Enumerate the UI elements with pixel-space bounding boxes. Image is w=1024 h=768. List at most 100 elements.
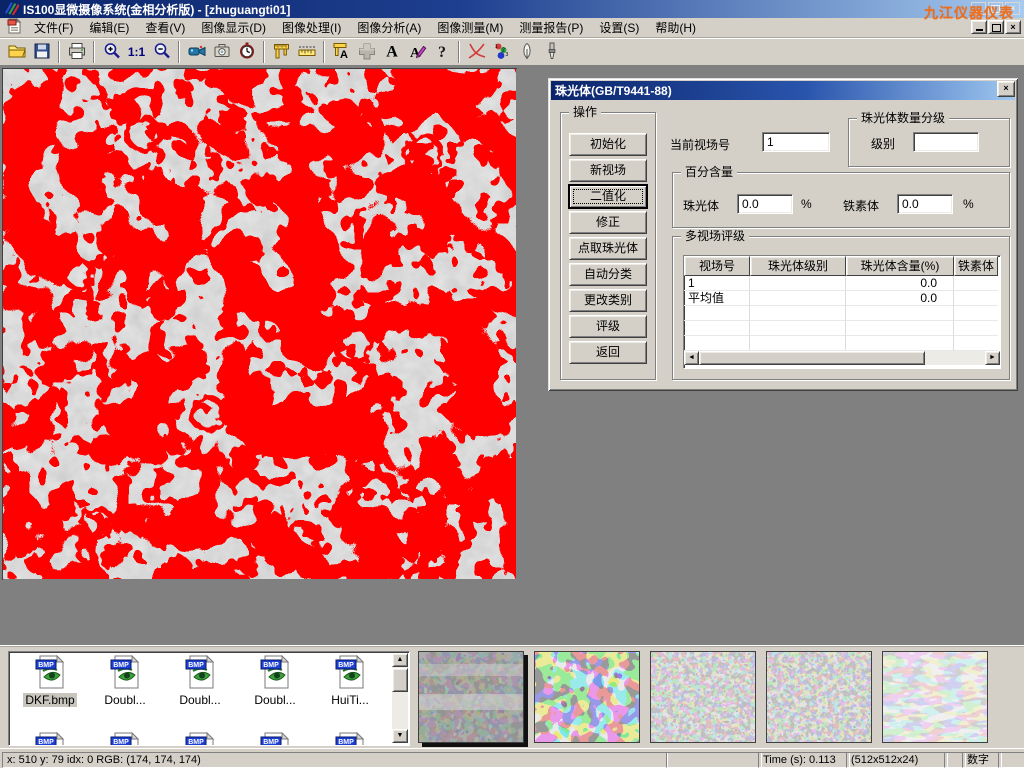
document-icon[interactable] [6,18,22,37]
return-button[interactable]: 返回 [569,341,647,364]
zoom-in-button[interactable] [99,40,124,64]
merge-button[interactable] [354,40,379,64]
file-item[interactable]: BMP Doubl... [163,655,237,707]
scroll-up-button[interactable]: ▲ [392,653,408,667]
caliper-text-icon: A [332,41,352,64]
mdi-close-button[interactable]: × [1005,20,1021,34]
grade-input[interactable] [913,132,979,152]
save-button[interactable] [29,40,54,64]
column-header-pearlite[interactable]: 珠光体含量(%) [846,256,954,276]
column-header-grade[interactable]: 珠光体级别 [750,256,846,276]
open-button[interactable] [4,40,29,64]
mdi-restore-button[interactable] [988,20,1004,34]
menu-measure-report[interactable]: 测量报告(P) [511,17,591,38]
menu-help[interactable]: 帮助(H) [647,17,704,38]
menu-file[interactable]: 文件(F) [26,17,81,38]
thumbnail-4[interactable] [766,651,872,743]
auto-classify-button[interactable]: 自动分类 [569,263,647,286]
scrollbar-track[interactable] [925,351,985,365]
menu-settings[interactable]: 设置(S) [591,17,647,38]
bmp-file-icon: BMP [334,655,366,689]
file-item[interactable]: BMP [88,732,162,746]
close-button[interactable]: × [1005,2,1020,15]
file-item[interactable]: BMP HuiTi... [313,655,387,707]
actual-size-button[interactable]: 1:1 [124,40,149,64]
new-field-button[interactable]: 新视场 [569,159,647,182]
brush-tool-button[interactable] [539,40,564,64]
ruler-button[interactable] [294,40,319,64]
current-field-input[interactable] [762,132,830,152]
dialog-close-button[interactable]: × [997,81,1015,97]
photo-capture-button[interactable] [209,40,234,64]
measure-text-button[interactable]: A [329,40,354,64]
file-item[interactable]: BMP [163,732,237,746]
thumbnail-5[interactable] [882,651,988,743]
browser-panel: BMP DKF.bmp BMP Doubl... BMP Doubl... BM… [0,645,1024,748]
file-item[interactable]: BMP [238,732,312,746]
menu-image-measure[interactable]: 图像测量(M) [429,17,511,38]
help-button[interactable]: ? [429,40,454,64]
toolbar-separator [263,41,265,63]
minimize-button[interactable] [971,2,986,15]
table-row-empty[interactable] [684,321,1000,336]
insert-text-button[interactable]: A [379,40,404,64]
annotate-button[interactable]: A [404,40,429,64]
pen-tool-button[interactable] [514,40,539,64]
scroll-right-button[interactable]: ► [985,351,1000,365]
column-header-ferrite[interactable]: 铁素体 [954,256,998,276]
menu-view[interactable]: 查看(V) [137,17,193,38]
micrograph-image[interactable] [2,68,517,580]
grade-button[interactable]: 评级 [569,315,647,338]
dialog-title: 珠光体(GB/T9441-88) [555,82,672,99]
pick-pearlite-button[interactable]: 点取珠光体 [569,237,647,260]
percent-group-label: 百分含量 [681,165,737,179]
file-item[interactable]: BMP [313,732,387,746]
scrollbar-thumb[interactable] [392,668,408,692]
zoom-out-button[interactable] [149,40,174,64]
scroll-down-button[interactable]: ▼ [392,729,408,743]
scroll-left-button[interactable]: ◄ [684,351,699,365]
binarize-button[interactable]: 二值化 [569,185,647,208]
file-item[interactable]: BMP [13,732,87,746]
restore-button[interactable] [988,2,1003,15]
thumbnail-1[interactable] [418,651,524,743]
menu-image-display[interactable]: 图像显示(D) [193,17,274,38]
spline-tool-button[interactable] [464,40,489,64]
print-button[interactable] [64,40,89,64]
initialize-button[interactable]: 初始化 [569,133,647,156]
table-row-empty[interactable] [684,336,1000,351]
question-mark-icon: ? [432,41,452,64]
file-item[interactable]: BMP Doubl... [238,655,312,707]
file-item[interactable]: BMP DKF.bmp [13,655,87,707]
ferrite-percent-input[interactable] [897,194,953,214]
thumbnail-2[interactable] [534,651,640,743]
column-header-field[interactable]: 视场号 [684,256,750,276]
table-row[interactable]: 平均值 0.0 [684,291,1000,306]
thumbnail-3[interactable] [650,651,756,743]
cell-grade [750,291,846,306]
change-class-button[interactable]: 更改类别 [569,289,647,312]
caliper-measure-button[interactable] [269,40,294,64]
operations-group-label: 操作 [569,105,601,119]
menu-image-analysis[interactable]: 图像分析(A) [349,17,429,38]
timer-button[interactable] [234,40,259,64]
menu-edit[interactable]: 编辑(E) [81,17,137,38]
current-field-label: 当前视场号 [670,136,730,153]
pen-icon [517,41,537,64]
table-row[interactable]: 1 0.0 [684,276,1000,291]
grading-group-label: 珠光体数量分级 [857,111,949,125]
file-item[interactable]: BMP Doubl... [88,655,162,707]
multifield-group: 多视场评级 视场号 珠光体级别 珠光体含量(%) 铁素体 1 0.0 [672,236,1010,380]
pearlite-percent-input[interactable] [737,194,793,214]
menu-image-processing[interactable]: 图像处理(I) [274,17,349,38]
scrollbar-thumb[interactable] [699,351,925,365]
correct-button[interactable]: 修正 [569,211,647,234]
table-row-empty[interactable] [684,306,1000,321]
photo-camera-icon [212,41,232,64]
svg-text:1: 1 [495,44,498,50]
mdi-minimize-button[interactable] [971,20,987,34]
classify-tool-button[interactable]: 123 [489,40,514,64]
video-capture-button[interactable] [184,40,209,64]
svg-text:BMP: BMP [263,662,279,669]
bmp-file-icon: BMP [34,655,66,689]
